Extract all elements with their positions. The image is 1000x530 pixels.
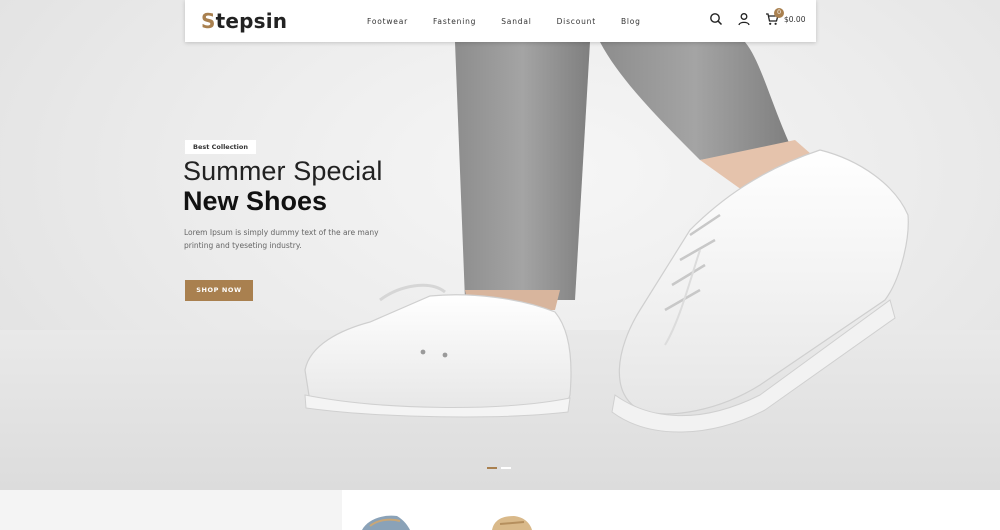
- main-nav: Footwear Fastening Sandal Discount Blog: [367, 0, 666, 42]
- cart[interactable]: 0 $0.00: [765, 8, 806, 26]
- site-header: Stepsin Footwear Fastening Sandal Discou…: [185, 0, 816, 42]
- nav-item-footwear[interactable]: Footwear: [367, 17, 408, 26]
- nav-item-sandal[interactable]: Sandal: [501, 17, 531, 26]
- cart-count-badge: 0: [774, 8, 784, 18]
- nav-item-discount[interactable]: Discount: [557, 17, 596, 26]
- hero-banner: [0, 0, 1000, 490]
- product-peek-images: [362, 515, 532, 530]
- logo-text: tepsin: [215, 9, 288, 33]
- collection-badge: Best Collection: [185, 140, 256, 154]
- search-icon[interactable]: [709, 12, 723, 26]
- slider-dot-2[interactable]: [501, 467, 511, 469]
- nav-item-fastening[interactable]: Fastening: [433, 17, 476, 26]
- nav-item-blog[interactable]: Blog: [621, 17, 641, 26]
- slider-dots: [487, 467, 515, 469]
- header-actions: 0 $0.00: [709, 8, 806, 26]
- cart-total: $0.00: [784, 14, 806, 24]
- shop-now-button[interactable]: SHOP NOW: [185, 280, 253, 301]
- slider-dot-1[interactable]: [487, 467, 497, 469]
- hero-description: Lorem Ipsum is simply dummy text of the …: [184, 228, 379, 250]
- hero-shoes-image: [304, 42, 909, 433]
- next-section-left: [0, 490, 342, 530]
- hero-headline-line1: Summer Special: [183, 156, 383, 186]
- user-icon[interactable]: [737, 12, 751, 26]
- logo[interactable]: Stepsin: [201, 9, 287, 33]
- logo-initial: S: [201, 9, 216, 33]
- hero-headline-line2: New Shoes: [183, 186, 328, 216]
